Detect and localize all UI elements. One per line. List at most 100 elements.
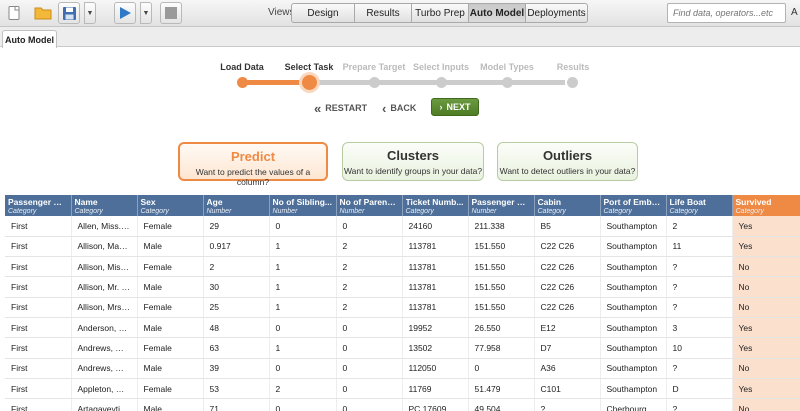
table-row[interactable]: First Allison, Miss. ... Female 2 1 2 113781 15… xyxy=(5,256,800,278)
table-cell: Allison, Master... xyxy=(71,236,138,258)
column-header[interactable]: Cabin Category xyxy=(534,195,601,216)
table-cell: 1 xyxy=(269,256,337,278)
table-cell: 113781 xyxy=(402,236,469,258)
table-cell: 1 xyxy=(269,297,337,318)
column-name: Life Boat xyxy=(669,197,706,207)
column-name: Passenger Fa... xyxy=(471,197,531,207)
back-button[interactable]: ‹ BACK xyxy=(382,99,416,117)
column-type: Category xyxy=(405,208,434,215)
column-header[interactable]: Survived Category xyxy=(732,195,800,216)
table-cell: C101 xyxy=(534,378,601,400)
table-cell: 2 xyxy=(336,256,403,278)
table-cell: PC 17609 xyxy=(402,398,469,411)
table-cell: Artagaveytia, ... xyxy=(71,398,138,411)
step-dot-model-types[interactable] xyxy=(502,77,513,88)
new-process-icon[interactable] xyxy=(3,2,25,24)
table-cell: 19952 xyxy=(402,317,469,339)
global-search-input[interactable] xyxy=(667,3,786,23)
column-header[interactable]: Passenger Fa... Number xyxy=(468,195,535,216)
chevron-left-icon: ‹ xyxy=(382,100,387,116)
column-header[interactable]: Life Boat Category xyxy=(666,195,733,216)
table-cell: 151.550 xyxy=(468,276,535,298)
table-cell: Yes xyxy=(732,337,800,359)
view-tab-design[interactable]: Design xyxy=(291,3,355,23)
table-cell: Allen, Miss. Eli... xyxy=(71,216,138,237)
open-folder-icon[interactable] xyxy=(32,2,54,24)
table-cell: A36 xyxy=(534,358,601,379)
table-row[interactable]: First Anderson, Mr.... Male 48 0 0 19952 26.550… xyxy=(5,317,800,339)
table-row[interactable]: First Andrews, Miss... Female 63 1 0 13502 77.9… xyxy=(5,337,800,359)
run-process-icon[interactable] xyxy=(114,2,136,24)
table-cell: 10 xyxy=(666,337,733,359)
table-row[interactable]: First Allison, Mrs. H... Female 25 1 2 113781 1… xyxy=(5,297,800,318)
table-cell: Yes xyxy=(732,317,800,339)
table-cell: Male xyxy=(137,276,204,298)
table-cell: 0 xyxy=(269,317,337,339)
table-row[interactable]: First Appleton, Mrs.... Female 53 2 0 11769 51.… xyxy=(5,378,800,400)
step-dot-prepare-target[interactable] xyxy=(369,77,380,88)
table-cell: 211.338 xyxy=(468,216,535,237)
view-switcher: Design Results Turbo Prep Auto Model Dep… xyxy=(291,3,588,23)
column-header[interactable]: Port of Emba... Category xyxy=(600,195,667,216)
restart-button[interactable]: « RESTART xyxy=(314,99,367,117)
step-dot-results[interactable] xyxy=(567,77,578,88)
table-cell: 2 xyxy=(203,256,270,278)
next-button[interactable]: › NEXT xyxy=(431,98,479,116)
task-card-predict[interactable]: Predict Want to predict the values of a … xyxy=(178,142,328,187)
column-type: Category xyxy=(140,208,169,215)
column-header[interactable]: Ticket Numb... Category xyxy=(402,195,469,216)
table-cell: Southampton xyxy=(600,256,667,278)
column-header[interactable]: Sex Category xyxy=(137,195,204,216)
table-cell: 112050 xyxy=(402,358,469,379)
restart-label: RESTART xyxy=(325,103,368,113)
column-name: Port of Emba... xyxy=(603,197,663,207)
table-cell: 1 xyxy=(269,276,337,298)
table-cell: ? xyxy=(666,297,733,318)
view-tab-deployments[interactable]: Deployments xyxy=(526,3,588,23)
tab-auto-model[interactable]: Auto Model xyxy=(2,30,57,48)
save-icon[interactable] xyxy=(58,2,80,24)
table-cell: First xyxy=(5,297,72,318)
view-tab-turbo-prep[interactable]: Turbo Prep xyxy=(412,3,469,23)
table-cell: 71 xyxy=(203,398,270,411)
column-header[interactable]: Name Category xyxy=(71,195,138,216)
table-row[interactable]: First Artagaveytia, ... Male 71 0 0 PC 17609 49… xyxy=(5,398,800,411)
column-type: Category xyxy=(735,208,764,215)
table-cell: 51.479 xyxy=(468,378,535,400)
step-dot-select-inputs[interactable] xyxy=(436,77,447,88)
task-card-clusters[interactable]: Clusters Want to identify groups in your… xyxy=(342,142,484,181)
table-cell: Male xyxy=(137,398,204,411)
table-cell: No xyxy=(732,297,800,318)
stop-process-icon[interactable] xyxy=(160,2,182,24)
task-card-outliers[interactable]: Outliers Want to detect outliers in your… xyxy=(497,142,638,181)
view-tab-results[interactable]: Results xyxy=(355,3,412,23)
column-header[interactable]: No of Parents... Number xyxy=(336,195,403,216)
column-name: Cabin xyxy=(537,197,562,207)
table-cell: C22 C26 xyxy=(534,256,601,278)
table-cell: Southampton xyxy=(600,276,667,298)
table-cell: 151.550 xyxy=(468,236,535,258)
step-dot-select-task[interactable] xyxy=(302,75,317,90)
column-name: Age xyxy=(206,197,223,207)
step-dot-load-data[interactable] xyxy=(237,77,248,88)
table-cell: 11769 xyxy=(402,378,469,400)
table-row[interactable]: First Allen, Miss. Eli... Female 29 0 0 24160 2… xyxy=(5,216,800,237)
table-cell: 0 xyxy=(336,358,403,379)
table-cell: 49.504 xyxy=(468,398,535,411)
column-header[interactable]: No of Sibling... Number xyxy=(269,195,337,216)
run-dropdown-chevron-icon[interactable]: ▼ xyxy=(140,2,152,24)
table-row[interactable]: First Andrews, Mr. ... Male 39 0 0 112050 0 A36 S… xyxy=(5,358,800,379)
column-header[interactable]: Passenger Cl... Category xyxy=(5,195,72,216)
table-cell: No xyxy=(732,256,800,278)
table-cell: Yes xyxy=(732,378,800,400)
table-row[interactable]: First Allison, Mr. Hu... Male 30 1 2 113781 151… xyxy=(5,276,800,298)
view-tab-auto-model[interactable]: Auto Model xyxy=(469,3,526,23)
table-cell: Southampton xyxy=(600,317,667,339)
table-cell: 0 xyxy=(336,337,403,359)
table-cell: Southampton xyxy=(600,297,667,318)
save-dropdown-chevron-icon[interactable]: ▼ xyxy=(84,2,96,24)
table-cell: Southampton xyxy=(600,378,667,400)
table-row[interactable]: First Allison, Master... Male 0.917 1 2 113781… xyxy=(5,236,800,258)
column-header[interactable]: Age Number xyxy=(203,195,270,216)
table-cell: D7 xyxy=(534,337,601,359)
